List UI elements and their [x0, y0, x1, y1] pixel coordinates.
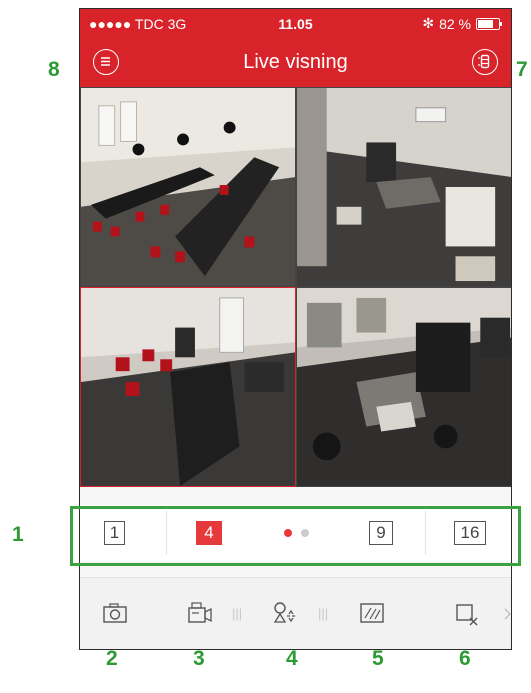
status-bar: ●●●●● TDC 3G 11.05 ✻ 82 %: [80, 9, 511, 39]
callout-7: 7: [516, 58, 528, 81]
record-icon[interactable]: [187, 600, 213, 626]
channel-list-button[interactable]: [472, 49, 498, 75]
battery-icon: [476, 17, 502, 30]
camera-feed-image: [297, 88, 511, 286]
battery-percent: 82 %: [439, 15, 471, 32]
camera-feed-image: [81, 88, 295, 286]
annotation-box: [70, 506, 521, 566]
callout-4: 4: [286, 647, 298, 670]
callout-1: 1: [12, 523, 24, 546]
camera-grid: [80, 87, 511, 487]
ptz-icon[interactable]: [271, 600, 297, 626]
camera-view-3[interactable]: [80, 287, 296, 487]
bluetooth-icon: ✻: [422, 15, 435, 31]
camera-view-2[interactable]: [296, 87, 511, 287]
nav-bar: Live visning: [80, 39, 511, 87]
channel-list-icon: [478, 54, 490, 69]
callout-6: 6: [459, 647, 471, 670]
camera-feed-image: [81, 288, 295, 486]
camera-view-1[interactable]: [80, 87, 296, 287]
snapshot-icon[interactable]: [102, 600, 128, 626]
image-quality-icon[interactable]: [359, 600, 385, 626]
toolbar-separator: |||: [318, 606, 329, 621]
bottom-toolbar: ||| |||: [80, 577, 512, 649]
chevron-right-icon[interactable]: [504, 608, 512, 620]
toolbar-separator: |||: [232, 606, 243, 621]
close-all-icon[interactable]: [454, 600, 480, 626]
callout-8: 8: [48, 58, 60, 81]
camera-view-4[interactable]: [296, 287, 511, 487]
callout-5: 5: [372, 647, 384, 670]
status-right: ✻ 82 %: [422, 15, 502, 32]
camera-feed-image: [297, 288, 511, 486]
callout-3: 3: [193, 647, 205, 670]
callout-2: 2: [106, 647, 118, 670]
page-title: Live visning: [243, 51, 348, 73]
